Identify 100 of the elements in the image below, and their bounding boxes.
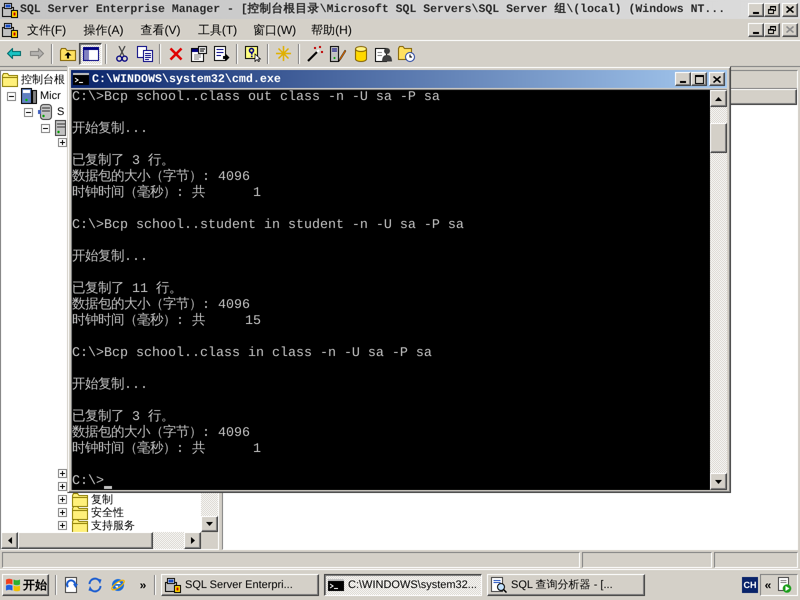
document-arrow-icon bbox=[214, 46, 230, 62]
command-line: C:\>Bcp school..class out class -n -U sa -P sa bbox=[72, 90, 440, 106]
output-line: 已复制了 3 行。 bbox=[72, 154, 174, 169]
collapse-icon[interactable] bbox=[7, 92, 16, 100]
scissors-icon bbox=[116, 46, 128, 62]
left-arrow-icon bbox=[8, 537, 12, 544]
restore-button[interactable] bbox=[764, 22, 780, 36]
prompt-text: C:\> bbox=[72, 474, 104, 490]
tray-expand-button[interactable]: « bbox=[762, 577, 774, 593]
pane-layout-icon bbox=[82, 46, 98, 60]
properties-icon bbox=[190, 46, 206, 62]
expand-icon[interactable] bbox=[58, 495, 67, 504]
minimize-icon bbox=[753, 12, 759, 14]
tree-item[interactable]: 支持服务 bbox=[91, 520, 135, 532]
right-arrow-icon bbox=[30, 48, 44, 59]
output-line: 开始复制... bbox=[72, 122, 148, 138]
taskbar-button[interactable]: SQL Server Enterpri... bbox=[161, 574, 319, 596]
minimize-button[interactable] bbox=[675, 72, 691, 86]
scroll-down-button[interactable] bbox=[710, 473, 727, 490]
output-line: 时钟时间（毫秒）: 共 1 bbox=[72, 442, 261, 458]
menu-item[interactable]: 工具(T) bbox=[189, 20, 246, 38]
output-line: 数据包的大小（字节）: 4096 bbox=[72, 426, 250, 441]
maximize-button[interactable] bbox=[691, 72, 707, 86]
window-title: SQL Server Enterprise Manager - [控制台根目录\Microsoft SQL Servers\SQL Server 组\(local) (Windows NT... bbox=[20, 2, 726, 17]
menu-item[interactable]: 窗口(W) bbox=[246, 20, 303, 38]
expand-icon[interactable] bbox=[58, 138, 67, 147]
delete-icon bbox=[168, 46, 182, 60]
expand-icon[interactable] bbox=[58, 508, 67, 517]
restore-icon bbox=[768, 26, 776, 34]
output-line: 已复制了 3 行。 bbox=[72, 410, 174, 425]
scroll-right-button[interactable] bbox=[184, 532, 201, 549]
scrollbar-thumb[interactable] bbox=[710, 123, 727, 153]
console-icon bbox=[328, 579, 344, 591]
console-icon bbox=[73, 73, 89, 85]
person-card-icon bbox=[374, 46, 392, 62]
minimize-button[interactable] bbox=[748, 22, 764, 36]
restore-icon bbox=[768, 6, 776, 14]
close-icon bbox=[713, 76, 721, 82]
taskbar-button[interactable]: C:\WINDOWS\system32... bbox=[324, 574, 482, 596]
output-line: 时钟时间（毫秒）: 共 1 bbox=[72, 186, 261, 202]
folder-up-arrow-icon bbox=[60, 46, 76, 60]
sparkle-icon bbox=[276, 46, 291, 61]
copy-icon bbox=[136, 46, 152, 62]
tree-item[interactable]: 控制台根 bbox=[21, 74, 65, 86]
down-arrow-icon bbox=[206, 522, 213, 526]
tree-item[interactable]: 安全性 bbox=[91, 506, 124, 518]
magic-wand-icon bbox=[306, 46, 322, 62]
minimize-button[interactable] bbox=[748, 2, 764, 16]
output-line: 开始复制... bbox=[72, 378, 148, 394]
scroll-up-button[interactable] bbox=[710, 90, 727, 107]
menu-item[interactable]: 文件(F) bbox=[18, 20, 75, 38]
minimize-icon bbox=[680, 81, 686, 83]
app-icon bbox=[2, 22, 18, 38]
menu-item[interactable]: 帮助(H) bbox=[303, 20, 360, 38]
tree-item[interactable]: S bbox=[57, 106, 64, 118]
app-icon bbox=[2, 2, 18, 18]
more-button[interactable]: » bbox=[136, 576, 150, 594]
scroll-down-button[interactable] bbox=[201, 516, 218, 532]
window-title: C:\WINDOWS\system32\cmd.exe bbox=[92, 72, 281, 86]
up-arrow-icon bbox=[715, 96, 722, 100]
output-line: 数据包的大小（字节）: 4096 bbox=[72, 170, 250, 185]
circular-arrows-icon bbox=[87, 577, 103, 593]
output-line: 时钟时间（毫秒）: 共 15 bbox=[72, 314, 261, 330]
folder-icon bbox=[72, 506, 88, 520]
collapse-icon[interactable] bbox=[41, 124, 50, 132]
help-icon bbox=[244, 46, 260, 62]
page-play-icon bbox=[776, 577, 792, 593]
document-magnifier-icon bbox=[491, 577, 507, 593]
show-tree-button[interactable] bbox=[79, 42, 102, 64]
menu-item[interactable]: 查看(V) bbox=[132, 20, 189, 38]
server-pencil-icon bbox=[330, 46, 346, 62]
restore-button[interactable] bbox=[764, 2, 780, 16]
right-arrow-icon bbox=[190, 537, 194, 544]
left-arrow-icon bbox=[6, 48, 20, 59]
minimize-icon bbox=[753, 32, 759, 34]
expand-icon[interactable] bbox=[58, 521, 67, 530]
folder-icon bbox=[72, 492, 88, 506]
server-icon bbox=[21, 88, 37, 104]
tree-item[interactable]: Micr bbox=[40, 90, 61, 102]
tree-item[interactable]: 复制 bbox=[91, 494, 113, 506]
command-line: C:\>Bcp school..student in student -n -U sa -P sa bbox=[72, 218, 464, 234]
collapse-icon[interactable] bbox=[24, 108, 33, 116]
scroll-left-button[interactable] bbox=[1, 532, 18, 549]
command-line: C:\>Bcp school..class in class -n -U sa -P sa bbox=[72, 346, 432, 362]
start-button[interactable]: 开始 bbox=[2, 574, 49, 596]
expand-icon[interactable] bbox=[58, 482, 67, 491]
close-button[interactable] bbox=[782, 2, 798, 16]
close-icon bbox=[786, 26, 794, 33]
taskbar-button[interactable]: SQL 查询分析器 - [... bbox=[487, 574, 645, 596]
app-icon bbox=[165, 577, 181, 593]
expand-icon[interactable] bbox=[58, 469, 67, 478]
scrollbar-thumb[interactable] bbox=[18, 532, 153, 549]
database-icon bbox=[354, 46, 366, 62]
folder-icon bbox=[72, 518, 88, 532]
flag-icon bbox=[5, 578, 21, 592]
output-line: 开始复制... bbox=[72, 250, 148, 266]
close-button[interactable] bbox=[709, 72, 725, 86]
language-indicator[interactable]: CH bbox=[742, 577, 758, 593]
output-line: 数据包的大小（字节）: 4096 bbox=[72, 298, 250, 313]
menu-item[interactable]: 操作(A) bbox=[75, 20, 132, 38]
